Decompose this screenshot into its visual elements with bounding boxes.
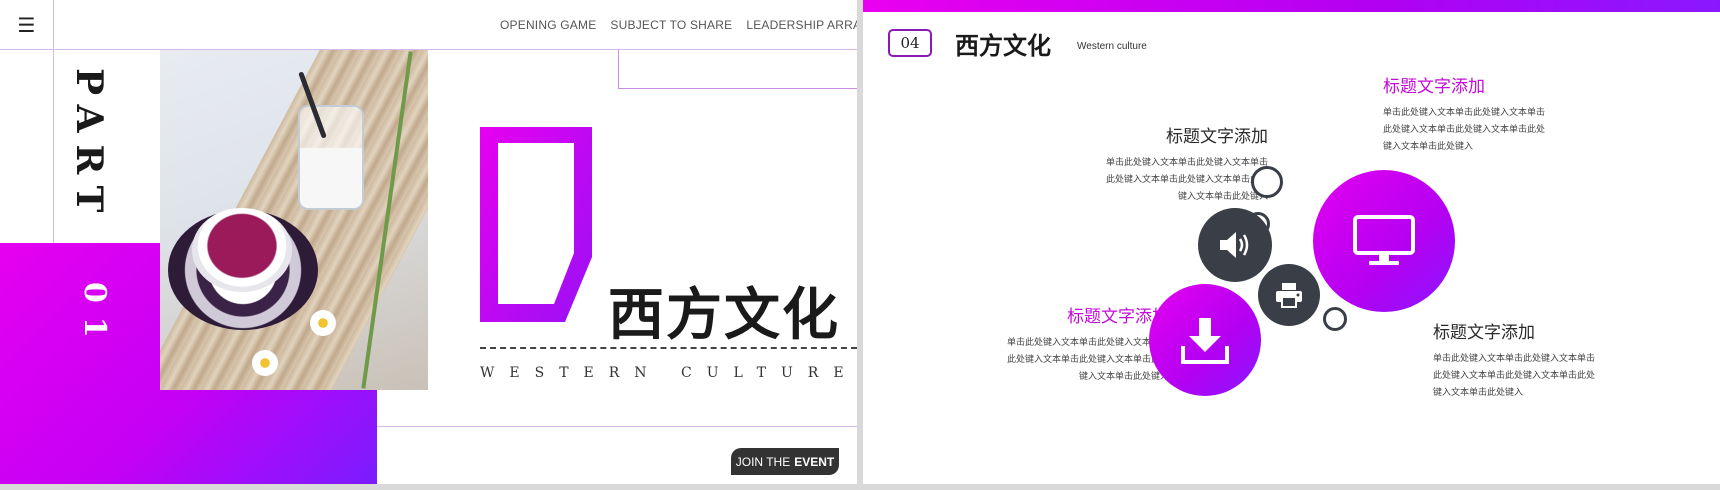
download-circle xyxy=(1149,284,1261,396)
block-line: 单击此处键入文本单击此处键入文本单击 xyxy=(1105,158,1268,168)
photo-teacup xyxy=(192,208,292,292)
block-line: 此处键入文本单击此处键入文本单击此处 xyxy=(1006,355,1169,365)
section-title: 西方文化 xyxy=(608,282,840,348)
photo-flower xyxy=(310,310,336,336)
block-line: 键入文本单击此处键入 xyxy=(1433,388,1524,398)
tea-photo xyxy=(160,50,428,390)
block-line: 此处键入文本单击此处键入文本单击此处 xyxy=(1383,125,1546,135)
section-subtitle: WESTERN CULTURE xyxy=(480,365,857,381)
accent-top-bar xyxy=(863,0,1720,12)
printer-circle xyxy=(1258,264,1320,326)
block-line: 单击此处键入文本单击此处键入文本单击 xyxy=(1433,354,1596,364)
block-line: 键入文本单击此处键入 xyxy=(1383,142,1474,152)
decorative-ring xyxy=(1323,307,1347,331)
slide-title: 西方文化 xyxy=(955,31,1051,60)
block-line: 单击此处键入文本单击此处键入文本单击 xyxy=(1006,338,1169,348)
block-line: 键入文本单击此处键入 xyxy=(1078,372,1169,382)
nav-item-leadership-arrangement[interactable]: LEADERSHIP ARRANGEMENT xyxy=(746,18,857,32)
part-number: 01 xyxy=(77,282,112,352)
block-heading: 标题文字添加 xyxy=(1433,323,1535,343)
nav-item-subject-to-share[interactable]: SUBJECT TO SHARE xyxy=(610,18,732,32)
join-button-prefix: JOIN THE xyxy=(735,454,791,469)
text-block-top-left: 标题文字添加 单击此处键入文本单击此处键入文本单击 此处键入文本单击此处键入文本… xyxy=(1033,122,1268,206)
join-event-button[interactable]: JOIN THE EVENT xyxy=(731,448,839,475)
printer-icon xyxy=(1276,283,1302,308)
corner-frame-horizontal xyxy=(618,88,857,89)
menu-button[interactable]: ☰ xyxy=(0,0,54,50)
block-heading: 标题文字添加 xyxy=(1383,77,1485,97)
nav-item-opening-game[interactable]: OPENING GAME xyxy=(500,18,596,32)
slide-04: 04 西方文化 Western culture 标题文字添加 单击此处键入文本单… xyxy=(863,0,1720,484)
text-block-top-right: 标题文字添加 单击此处键入文本单击此处键入文本单击 此处键入文本单击此处键入文本… xyxy=(1383,72,1623,156)
text-block-bottom-left: 标题文字添加 单击此处键入文本单击此处键入文本单击 此处键入文本单击此处键入文本… xyxy=(933,302,1169,386)
block-heading: 标题文字添加 xyxy=(1067,307,1169,327)
monitor-icon xyxy=(1353,215,1415,265)
speaker-icon xyxy=(1220,232,1249,258)
text-block-bottom-right: 标题文字添加 单击此处键入文本单击此处键入文本单击 此处键入文本单击此处键入文本… xyxy=(1433,318,1673,402)
block-line: 此处键入文本单击此处键入文本单击此处 xyxy=(1433,371,1596,381)
slide-subtitle: Western culture xyxy=(1077,41,1147,52)
download-icon xyxy=(1181,318,1229,364)
part-label: PART xyxy=(68,68,110,225)
block-line: 单击此处键入文本单击此处键入文本单击 xyxy=(1383,108,1546,118)
top-nav: OPENING GAME SUBJECT TO SHARE LEADERSHIP… xyxy=(500,18,857,32)
speaker-circle xyxy=(1198,208,1272,282)
hamburger-menu-icon: ☰ xyxy=(17,12,36,37)
photo-sugar-jar xyxy=(298,105,364,210)
decorative-frame-shape xyxy=(480,127,592,322)
join-button-emphasis: EVENT xyxy=(794,454,835,469)
photo-flower xyxy=(252,350,278,376)
block-line: 键入文本单击此处键入 xyxy=(1177,192,1268,202)
slide-part-01: ☰ OPENING GAME SUBJECT TO SHARE LEADERSH… xyxy=(0,0,857,484)
corner-frame-vertical xyxy=(618,50,619,88)
block-line: 此处键入文本单击此处键入文本单击此处 xyxy=(1105,175,1268,185)
block-heading: 标题文字添加 xyxy=(1166,127,1268,147)
slide-number-badge: 04 xyxy=(888,29,932,57)
decorative-ring xyxy=(1251,166,1283,198)
monitor-circle xyxy=(1313,170,1455,312)
dashed-divider xyxy=(480,347,857,349)
